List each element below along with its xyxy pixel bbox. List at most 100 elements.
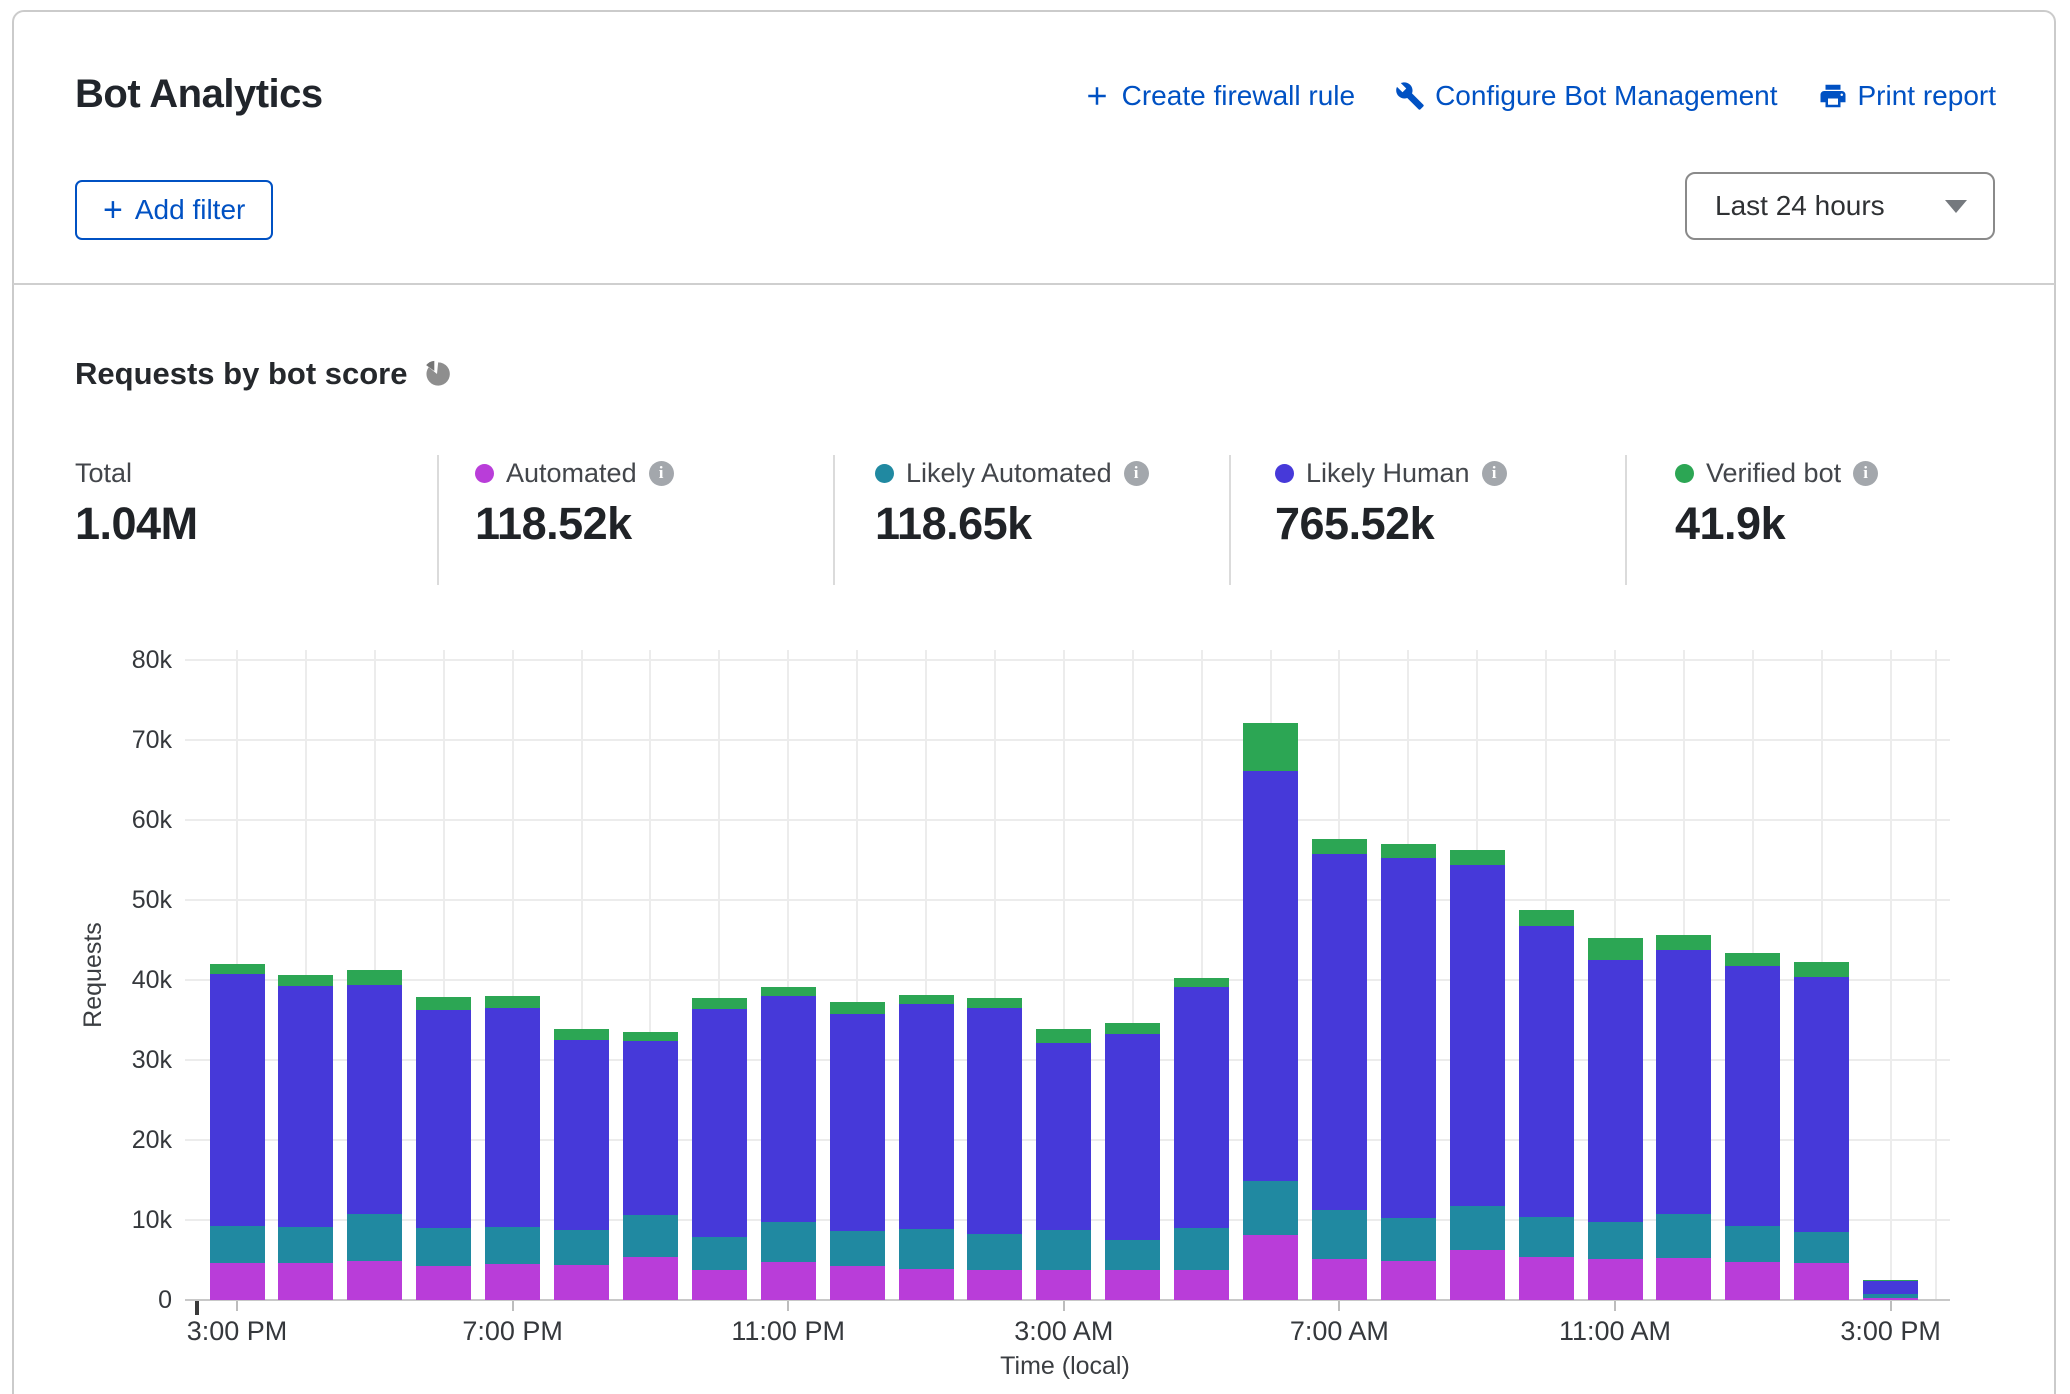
bar-segment-verified-bot[interactable]: [967, 998, 1022, 1008]
bar-segment-likely-human[interactable]: [1105, 1034, 1160, 1240]
bar-segment-automated[interactable]: [1588, 1259, 1643, 1300]
bar-segment-likely-automated[interactable]: [1036, 1230, 1091, 1270]
bar-segment-automated[interactable]: [1243, 1235, 1298, 1300]
bar-segment-verified-bot[interactable]: [761, 987, 816, 996]
bar-segment-verified-bot[interactable]: [1036, 1029, 1091, 1043]
bar-segment-likely-human[interactable]: [554, 1040, 609, 1230]
bar-segment-automated[interactable]: [347, 1261, 402, 1300]
bar-segment-automated[interactable]: [1036, 1270, 1091, 1300]
info-icon[interactable]: i: [1124, 461, 1149, 486]
bar-segment-likely-human[interactable]: [1656, 950, 1711, 1214]
info-icon[interactable]: i: [1482, 461, 1507, 486]
bar-segment-automated[interactable]: [623, 1257, 678, 1300]
bar-segment-likely-human[interactable]: [278, 986, 333, 1227]
bar-segment-verified-bot[interactable]: [1656, 935, 1711, 949]
bar-segment-likely-automated[interactable]: [1863, 1294, 1918, 1297]
bar-segment-likely-automated[interactable]: [1381, 1218, 1436, 1260]
bar-segment-likely-automated[interactable]: [1519, 1217, 1574, 1257]
bar-segment-likely-automated[interactable]: [967, 1234, 1022, 1270]
bar-segment-automated[interactable]: [278, 1263, 333, 1300]
bar-segment-automated[interactable]: [830, 1266, 885, 1300]
bar-segment-verified-bot[interactable]: [278, 975, 333, 986]
bar-segment-likely-automated[interactable]: [623, 1215, 678, 1257]
bar-segment-automated[interactable]: [1174, 1270, 1229, 1300]
bar-segment-likely-automated[interactable]: [1174, 1228, 1229, 1270]
bar-segment-verified-bot[interactable]: [1105, 1023, 1160, 1033]
bar-segment-likely-automated[interactable]: [692, 1237, 747, 1270]
print-report-link[interactable]: Print report: [1818, 80, 1997, 112]
bar-segment-likely-human[interactable]: [967, 1008, 1022, 1234]
bar-segment-likely-human[interactable]: [1725, 966, 1780, 1226]
bar-segment-verified-bot[interactable]: [1588, 938, 1643, 960]
bar-segment-automated[interactable]: [1312, 1259, 1367, 1300]
bar-segment-likely-human[interactable]: [347, 985, 402, 1215]
bar-segment-likely-automated[interactable]: [1725, 1226, 1780, 1262]
time-range-dropdown[interactable]: Last 24 hours: [1685, 172, 1995, 240]
bar-segment-automated[interactable]: [554, 1265, 609, 1300]
bar-segment-automated[interactable]: [1450, 1250, 1505, 1300]
bar-segment-likely-human[interactable]: [1519, 926, 1574, 1216]
bar-segment-automated[interactable]: [1863, 1298, 1918, 1300]
bar-segment-likely-human[interactable]: [899, 1004, 954, 1229]
bar-segment-automated[interactable]: [1519, 1257, 1574, 1300]
bar-segment-likely-automated[interactable]: [1450, 1206, 1505, 1250]
bar-segment-likely-automated[interactable]: [899, 1229, 954, 1269]
bar-segment-likely-automated[interactable]: [1312, 1210, 1367, 1259]
bar-segment-automated[interactable]: [485, 1264, 540, 1300]
add-filter-button[interactable]: + Add filter: [75, 180, 273, 240]
bar-segment-verified-bot[interactable]: [692, 998, 747, 1009]
bar-segment-automated[interactable]: [1381, 1261, 1436, 1300]
bar-segment-automated[interactable]: [1794, 1263, 1849, 1300]
bar-segment-likely-automated[interactable]: [761, 1222, 816, 1261]
bar-segment-automated[interactable]: [761, 1262, 816, 1300]
bar-segment-verified-bot[interactable]: [1725, 953, 1780, 967]
bar-segment-automated[interactable]: [210, 1263, 265, 1300]
bar-segment-likely-human[interactable]: [830, 1014, 885, 1232]
bar-segment-verified-bot[interactable]: [1794, 962, 1849, 977]
bar-segment-verified-bot[interactable]: [554, 1029, 609, 1040]
bar-segment-verified-bot[interactable]: [623, 1032, 678, 1041]
bar-segment-verified-bot[interactable]: [899, 995, 954, 1004]
bar-segment-automated[interactable]: [692, 1270, 747, 1300]
bar-segment-verified-bot[interactable]: [1863, 1280, 1918, 1281]
bar-segment-likely-human[interactable]: [485, 1008, 540, 1227]
info-icon[interactable]: i: [1853, 461, 1878, 486]
configure-bot-management-link[interactable]: Configure Bot Management: [1395, 80, 1777, 112]
bar-segment-automated[interactable]: [899, 1269, 954, 1300]
bar-segment-automated[interactable]: [1105, 1270, 1160, 1300]
bar-segment-likely-automated[interactable]: [1656, 1214, 1711, 1259]
bar-segment-likely-automated[interactable]: [210, 1226, 265, 1263]
bar-segment-likely-automated[interactable]: [830, 1231, 885, 1265]
bar-segment-likely-automated[interactable]: [1794, 1232, 1849, 1263]
bar-segment-verified-bot[interactable]: [1243, 723, 1298, 771]
bar-segment-verified-bot[interactable]: [1381, 844, 1436, 858]
bar-segment-likely-human[interactable]: [1588, 960, 1643, 1222]
bar-segment-verified-bot[interactable]: [347, 970, 402, 984]
bar-segment-likely-human[interactable]: [416, 1010, 471, 1228]
bar-segment-verified-bot[interactable]: [1450, 850, 1505, 864]
bar-segment-automated[interactable]: [967, 1270, 1022, 1300]
bar-segment-likely-human[interactable]: [210, 974, 265, 1226]
bar-segment-verified-bot[interactable]: [416, 997, 471, 1010]
bar-segment-verified-bot[interactable]: [1174, 978, 1229, 988]
bar-segment-likely-human[interactable]: [1450, 865, 1505, 1207]
bar-segment-likely-automated[interactable]: [1243, 1181, 1298, 1235]
bar-segment-likely-automated[interactable]: [1105, 1240, 1160, 1270]
info-icon[interactable]: i: [649, 461, 674, 486]
bar-segment-likely-human[interactable]: [1381, 858, 1436, 1218]
bar-segment-automated[interactable]: [1656, 1258, 1711, 1300]
bar-segment-likely-human[interactable]: [761, 996, 816, 1222]
bar-segment-likely-human[interactable]: [692, 1009, 747, 1237]
bar-segment-likely-human[interactable]: [623, 1041, 678, 1215]
bar-segment-likely-human[interactable]: [1036, 1043, 1091, 1229]
bar-segment-likely-automated[interactable]: [554, 1230, 609, 1265]
bar-segment-likely-automated[interactable]: [1588, 1222, 1643, 1260]
bar-segment-likely-automated[interactable]: [347, 1214, 402, 1260]
bar-segment-likely-human[interactable]: [1174, 987, 1229, 1228]
bar-segment-likely-automated[interactable]: [485, 1227, 540, 1263]
bar-segment-verified-bot[interactable]: [1519, 910, 1574, 927]
bar-segment-verified-bot[interactable]: [485, 996, 540, 1008]
create-firewall-rule-link[interactable]: Create firewall rule: [1082, 80, 1355, 112]
bar-segment-verified-bot[interactable]: [830, 1002, 885, 1013]
bar-segment-automated[interactable]: [416, 1266, 471, 1300]
